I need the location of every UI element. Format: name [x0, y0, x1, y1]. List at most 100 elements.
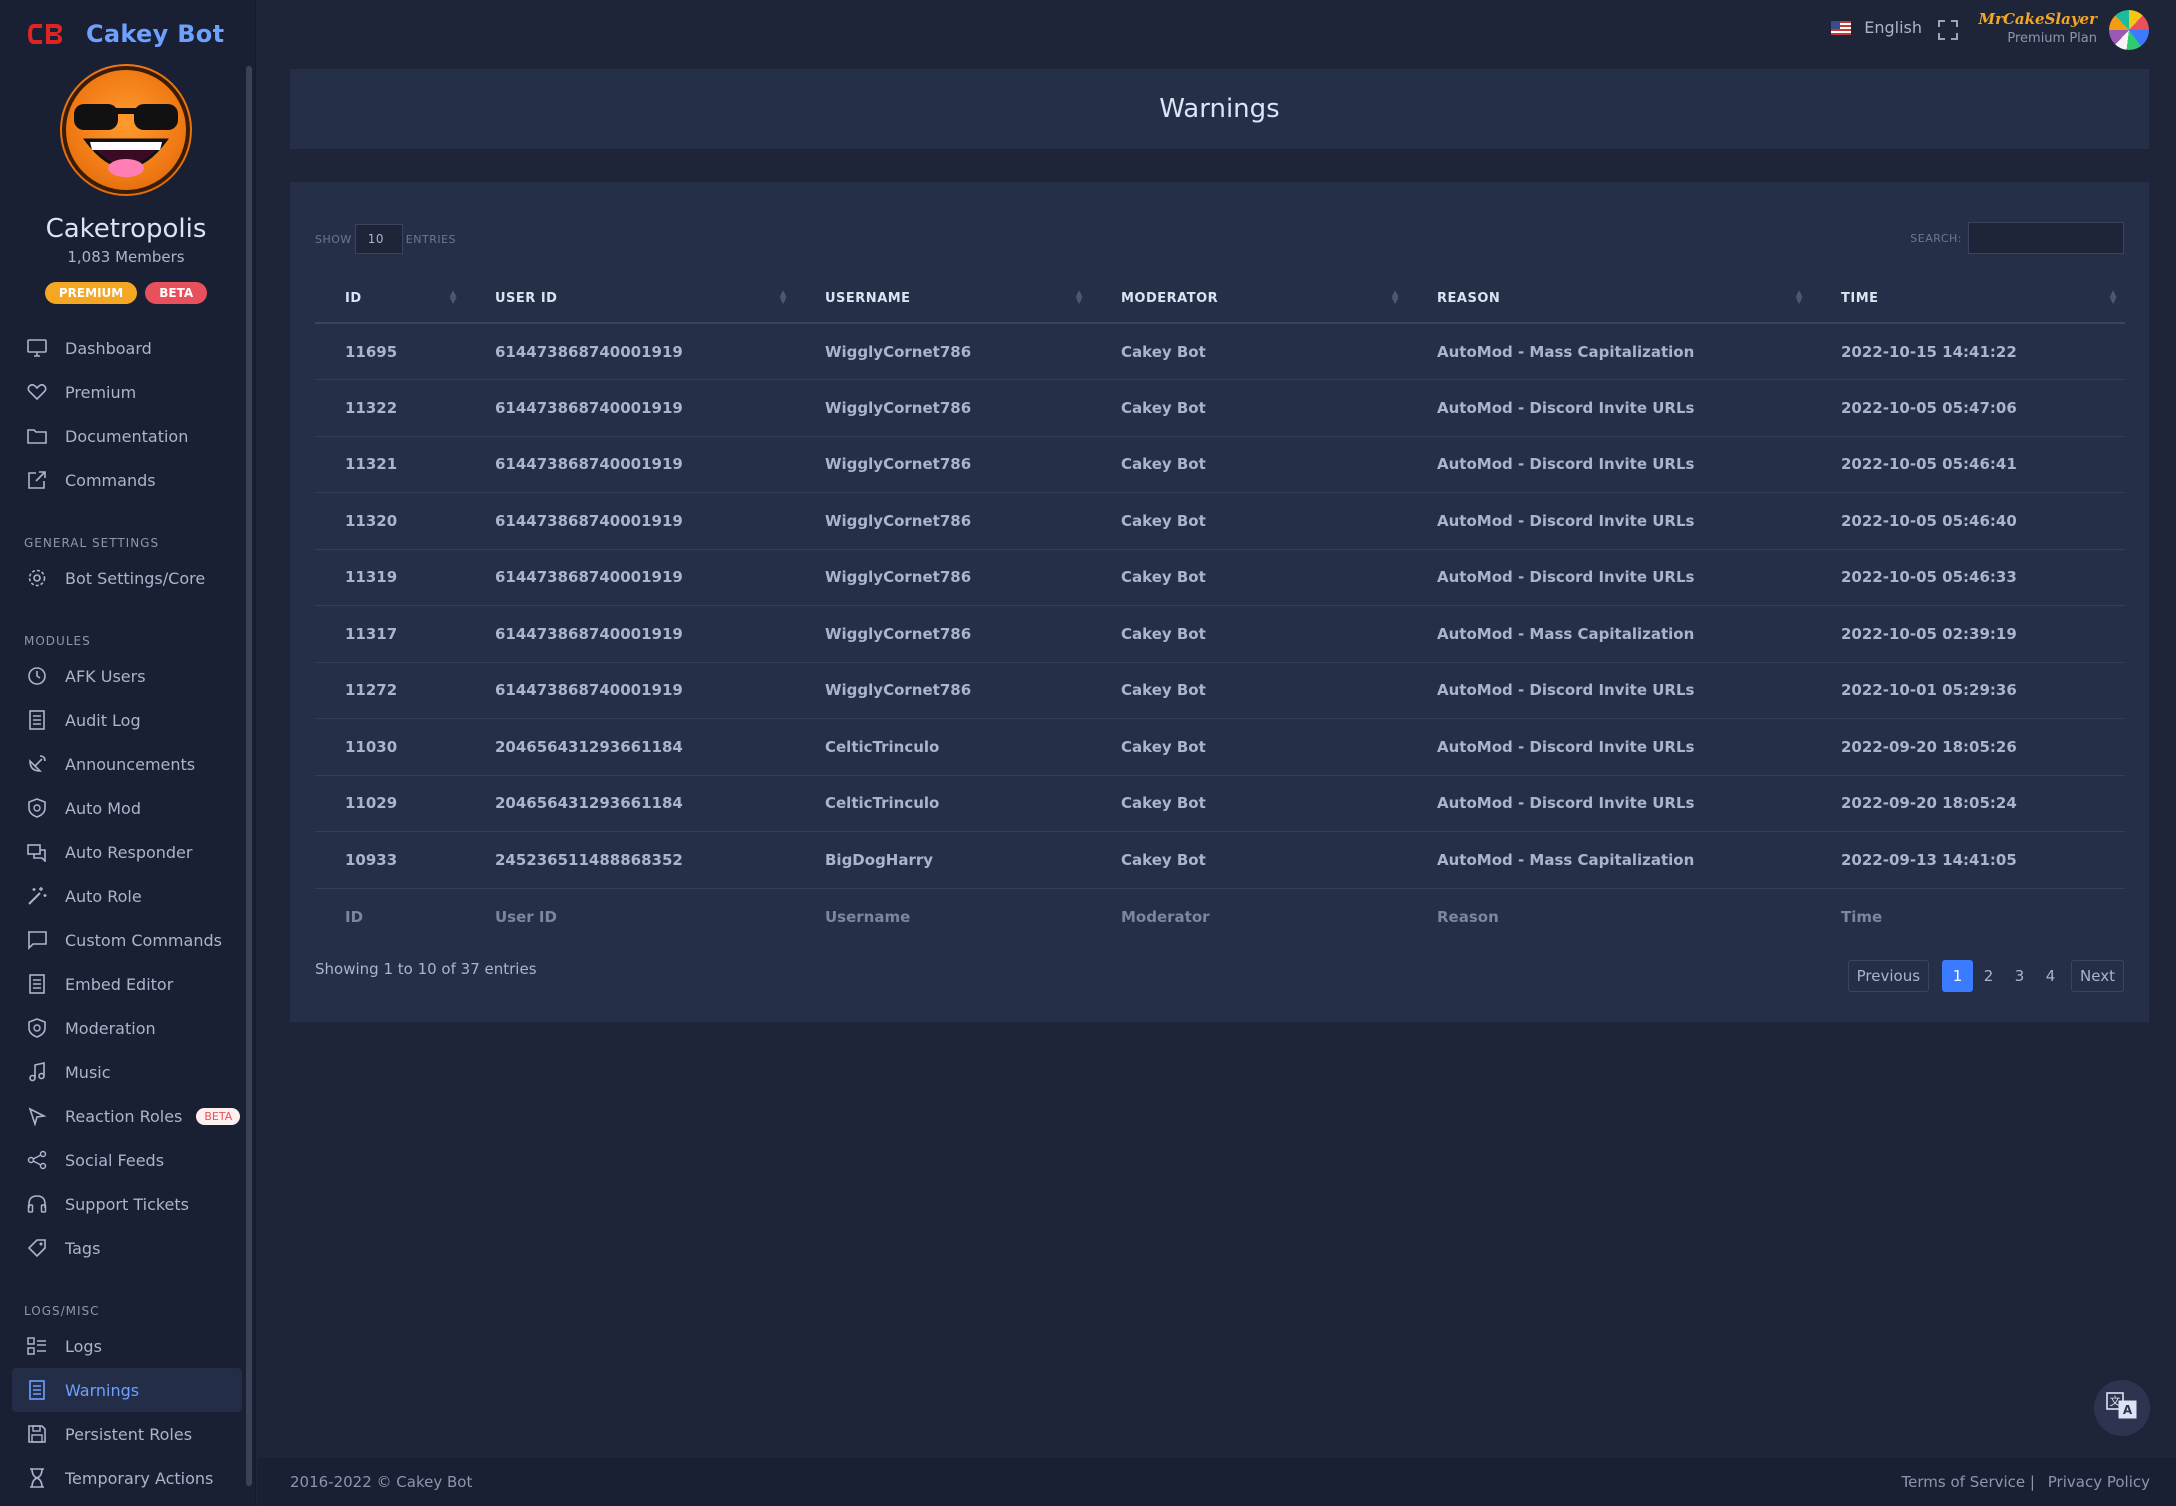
page-button-1[interactable]: 1	[1942, 960, 1974, 992]
beta-badge: BETA	[145, 282, 208, 304]
user-avatar[interactable]	[2109, 10, 2149, 50]
sidebar-item-label: Warnings	[65, 1380, 140, 1400]
table-header-row: ID ▲ ▼ USER ID ▲ ▼ USERNAME ▲ ▼ MODERATOR ▲ ▼ RE…	[315, 274, 2125, 324]
sidebar-item-custom-commands[interactable]: Custom Commands	[12, 918, 242, 962]
table-cell: 11272	[315, 662, 465, 719]
table-cell: WigglyCornet786	[795, 436, 1091, 493]
sort-icon[interactable]: ▲ ▼	[2110, 290, 2117, 306]
footer-cell: User ID	[495, 908, 557, 927]
page-title: Warnings	[1159, 94, 1280, 124]
sidebar-item-embed-editor[interactable]: Embed Editor	[12, 962, 242, 1006]
sidebar-item-reaction-roles[interactable]: Reaction Roles BETA	[12, 1094, 242, 1138]
sidebar-item-label: Temporary Actions	[65, 1468, 214, 1488]
external-link-icon	[26, 469, 48, 491]
table-cell: AutoMod - Mass Capitalization	[1407, 605, 1811, 663]
svg-text:A: A	[2123, 1403, 2133, 1417]
table-cell: AutoMod - Mass Capitalization	[1407, 831, 1811, 889]
column-header-user-id[interactable]: USER ID ▲ ▼	[465, 274, 795, 324]
sidebar-item-auto-mod[interactable]: Auto Mod	[12, 786, 242, 830]
sidebar-item-auto-role[interactable]: Auto Role	[12, 874, 242, 918]
table-cell: 614473868740001919	[465, 605, 795, 663]
table-cell: WigglyCornet786	[795, 323, 1091, 380]
sidebar-item-label: Commands	[65, 470, 156, 490]
sidebar-item-social-feeds[interactable]: Social Feeds	[12, 1138, 242, 1182]
sidebar-item-label: Music	[65, 1062, 111, 1082]
table-cell: Cakey Bot	[1091, 775, 1407, 832]
next-page-button[interactable]: Next	[2071, 960, 2124, 992]
sidebar-item-premium[interactable]: Premium	[12, 370, 242, 414]
table-row: 10933 245236511488868352 BigDogHarry Cakey …	[315, 831, 2125, 889]
page-button-3[interactable]: 3	[2004, 960, 2035, 992]
table-cell: Cakey Bot	[1091, 718, 1407, 776]
sidebar-item-bot-settings[interactable]: Bot Settings/Core	[12, 556, 242, 600]
column-header-label: MODERATOR	[1121, 290, 1219, 306]
footer-cell: Moderator	[1121, 908, 1210, 927]
table-cell: WigglyCornet786	[795, 662, 1091, 719]
sidebar-item-label: Audit Log	[65, 710, 141, 730]
sidebar-scrollbar[interactable]	[246, 66, 252, 1486]
table-cell: 614473868740001919	[465, 662, 795, 719]
table-cell: 11317	[315, 605, 465, 663]
sidebar-item-auto-responder[interactable]: Auto Responder	[12, 830, 242, 874]
sort-icon[interactable]: ▲ ▼	[780, 290, 787, 306]
sidebar-item-support-tickets[interactable]: Support Tickets	[12, 1182, 242, 1226]
column-header-id[interactable]: ID ▲ ▼	[315, 274, 465, 324]
footer-cell: Time	[1841, 908, 1883, 927]
search-input[interactable]	[1968, 222, 2124, 254]
table-info: Showing 1 to 10 of 37 entries	[315, 960, 537, 978]
sidebar-item-label: Auto Role	[65, 886, 142, 906]
user-menu[interactable]: MrCakeSlayer Premium Plan	[1978, 10, 2097, 46]
server-member-count: 1,083 Members	[67, 248, 185, 266]
us-flag-icon	[1831, 20, 1852, 35]
sidebar-item-audit-log[interactable]: Audit Log	[12, 698, 242, 742]
sidebar-item-afk-users[interactable]: AFK Users	[12, 654, 242, 698]
translate-button[interactable]: 文A	[2094, 1380, 2150, 1436]
save-icon	[26, 1423, 48, 1445]
sort-icon[interactable]: ▲ ▼	[1392, 290, 1399, 306]
fullscreen-icon[interactable]	[1938, 20, 1958, 40]
table-cell: 614473868740001919	[465, 549, 795, 606]
table-cell: 11321	[315, 436, 465, 493]
privacy-link[interactable]: Privacy Policy	[2048, 1473, 2150, 1491]
sidebar-item-label: Moderation	[65, 1018, 156, 1038]
sidebar-item-moderation[interactable]: Moderation	[12, 1006, 242, 1050]
language-selector[interactable]: English	[1831, 18, 1922, 37]
sidebar-item-warnings[interactable]: Warnings	[12, 1368, 242, 1412]
page-length-select[interactable]: 10	[354, 224, 403, 254]
sidebar-item-logs[interactable]: Logs	[12, 1324, 242, 1368]
sidebar-item-tags[interactable]: Tags	[12, 1226, 242, 1270]
sidebar-item-announcements[interactable]: Announcements	[12, 742, 242, 786]
page-button-4[interactable]: 4	[2035, 960, 2066, 992]
previous-page-button[interactable]: Previous	[1847, 960, 1930, 992]
table-cell: 2022-09-20 18:05:26	[1811, 718, 2125, 776]
sidebar-item-commands[interactable]: Commands	[12, 458, 242, 502]
page-button-2[interactable]: 2	[1973, 960, 2004, 992]
sidebar-item-temporary-actions[interactable]: Temporary Actions	[12, 1456, 242, 1500]
sidebar-item-music[interactable]: Music	[12, 1050, 242, 1094]
table-cell: AutoMod - Discord Invite URLs	[1407, 662, 1811, 719]
server-badges: PREMIUM BETA	[0, 282, 252, 304]
sidebar-item-persistent-roles[interactable]: Persistent Roles	[12, 1412, 242, 1456]
sort-icon[interactable]: ▲ ▼	[1076, 290, 1083, 306]
table-cell: CelticTrinculo	[795, 718, 1091, 776]
page-length-control: SHOW 10 ENTRIES	[315, 224, 456, 254]
column-header-reason[interactable]: REASON ▲ ▼	[1407, 274, 1811, 324]
shield-icon	[26, 1017, 48, 1039]
page-header: Warnings	[290, 69, 2149, 149]
sort-icon[interactable]: ▲ ▼	[1796, 290, 1803, 306]
table-cell: 204656431293661184	[465, 775, 795, 832]
sidebar-item-documentation[interactable]: Documentation	[12, 414, 242, 458]
column-header-moderator[interactable]: MODERATOR ▲ ▼	[1091, 274, 1407, 324]
column-header-time[interactable]: TIME ▲ ▼	[1811, 274, 2125, 324]
sidebar-item-dashboard[interactable]: Dashboard	[12, 326, 242, 370]
terms-link[interactable]: Terms of Service |	[1902, 1473, 2035, 1491]
column-header-username[interactable]: USERNAME ▲ ▼	[795, 274, 1091, 324]
table-row: 11272 614473868740001919 WigglyCornet786 Ca…	[315, 662, 2125, 719]
sidebar-item-label: Logs	[65, 1336, 102, 1356]
table-cell: 2022-10-15 14:41:22	[1811, 323, 2125, 380]
brand[interactable]: Cakey Bot	[27, 14, 224, 54]
document-icon	[26, 1379, 48, 1401]
table-cell: 11030	[315, 718, 465, 776]
table-search: SEARCH:	[1910, 222, 2124, 254]
sort-icon[interactable]: ▲ ▼	[450, 290, 457, 306]
